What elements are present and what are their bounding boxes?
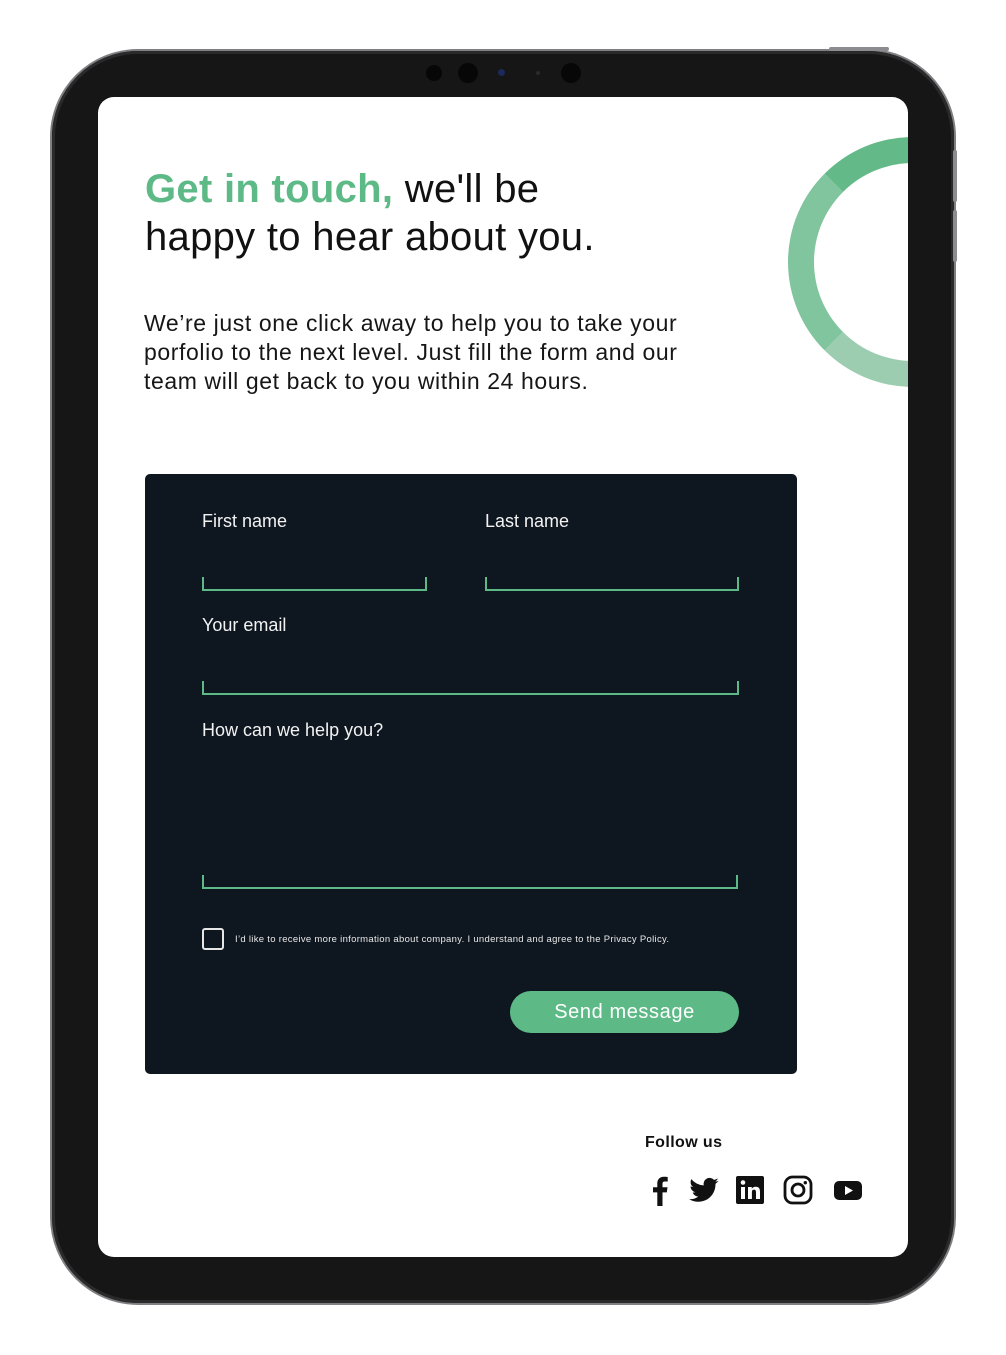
contact-form: First name Last name Your email How can … bbox=[145, 474, 797, 1074]
intro-text: We’re just one click away to help you to… bbox=[144, 309, 784, 396]
camera-flash bbox=[561, 63, 581, 83]
email-field[interactable] bbox=[202, 681, 739, 695]
message-field[interactable] bbox=[202, 875, 738, 889]
facebook-icon[interactable] bbox=[646, 1174, 672, 1206]
message-label: How can we help you? bbox=[202, 720, 384, 740]
email-label: Your email bbox=[202, 615, 287, 635]
instagram-icon[interactable] bbox=[782, 1174, 814, 1206]
decorative-ring bbox=[788, 137, 908, 387]
title-line2: happy to hear about you. bbox=[145, 215, 595, 259]
twitter-icon[interactable] bbox=[688, 1174, 720, 1206]
intro-line-2: porfolio to the next level. Just fill th… bbox=[144, 339, 678, 365]
volume-up-button bbox=[953, 150, 957, 202]
screen: Get in touch, we'll be happy to hear abo… bbox=[98, 97, 908, 1257]
consent-checkbox[interactable] bbox=[202, 928, 224, 950]
last-name-field[interactable] bbox=[485, 577, 739, 591]
linkedin-icon[interactable] bbox=[734, 1174, 766, 1206]
camera-indicator bbox=[498, 69, 505, 76]
intro-line-3: team will get back to you within 24 hour… bbox=[144, 368, 589, 394]
send-message-button[interactable]: Send message bbox=[510, 991, 739, 1033]
volume-down-button bbox=[953, 210, 957, 262]
follow-us-label: Follow us bbox=[645, 1134, 723, 1151]
first-name-label: First name bbox=[202, 511, 288, 531]
youtube-icon[interactable] bbox=[832, 1174, 864, 1206]
title-accent: Get in touch, bbox=[145, 167, 394, 211]
page-title: Get in touch, we'll be happy to hear abo… bbox=[145, 165, 765, 261]
last-name-label: Last name bbox=[485, 511, 570, 531]
camera-dot bbox=[536, 71, 540, 75]
title-line1-rest: we'll be bbox=[393, 167, 540, 211]
top-button bbox=[829, 47, 889, 51]
first-name-field[interactable] bbox=[202, 577, 427, 591]
intro-line-1: We’re just one click away to help you to… bbox=[144, 310, 678, 336]
camera-lens bbox=[458, 63, 478, 83]
consent-text: I’d like to receive more information abo… bbox=[235, 934, 670, 945]
camera-sensor bbox=[426, 65, 442, 81]
